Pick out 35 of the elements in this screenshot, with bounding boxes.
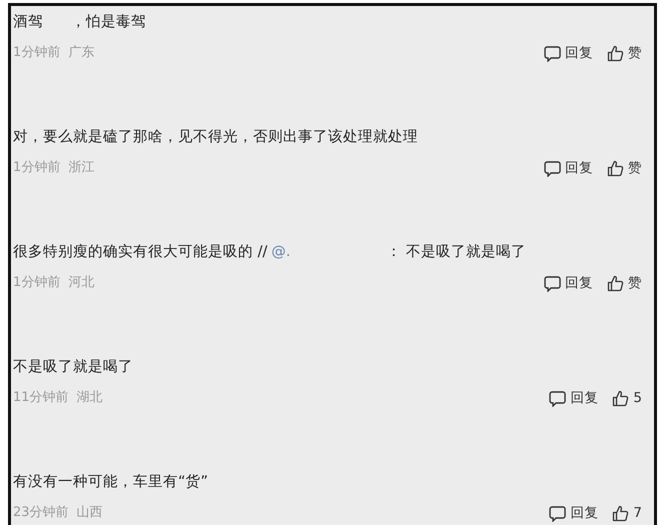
- like-button[interactable]: 7: [612, 502, 642, 524]
- reply-button[interactable]: 回复: [544, 42, 593, 64]
- comment-text: 很多特别瘦的确实有很大可能是吸的 // @. ： 不是吸了就是喝了: [13, 242, 528, 262]
- comment-location: 浙江: [68, 159, 94, 178]
- comment-icon: [544, 160, 561, 176]
- like-button[interactable]: 5: [612, 388, 642, 408]
- reply-button[interactable]: 回复: [544, 272, 593, 294]
- comment-icon: [544, 274, 561, 292]
- thumbs-up-icon: [607, 160, 624, 176]
- thumbs-up-icon: [612, 390, 630, 406]
- comment-time: 11分钟前: [13, 389, 69, 408]
- comment-text: 不是吸了就是喝了: [13, 358, 134, 377]
- comment-icon: [549, 390, 566, 406]
- comment-time: 1分钟前: [13, 274, 60, 292]
- reply-button[interactable]: 回复: [549, 388, 598, 408]
- reply-button[interactable]: 回复: [544, 158, 593, 178]
- comment-icon: [544, 44, 561, 62]
- comment-location: 广东: [68, 44, 94, 62]
- comment-time: 1分钟前: [13, 159, 60, 178]
- comment-location: 山西: [76, 504, 103, 522]
- comment-text: 酒驾 ，怕是毒驾: [13, 13, 147, 32]
- like-button[interactable]: 赞: [607, 42, 642, 64]
- comment-text: 有没有一种可能，车里有“货”: [13, 473, 210, 492]
- comment-location: 河北: [68, 274, 94, 292]
- comment-icon: [549, 504, 566, 522]
- like-button[interactable]: 赞: [607, 158, 642, 178]
- comment-text: 对，要么就是磕了那啥，见不得光，否则出事了该处理就处理: [13, 128, 419, 147]
- like-button[interactable]: 赞: [607, 272, 642, 294]
- comment-time: 23分钟前: [13, 504, 69, 522]
- reply-button[interactable]: 回复: [549, 502, 598, 524]
- thumbs-up-icon: [612, 504, 630, 522]
- thumbs-up-icon: [607, 44, 624, 62]
- comment-location: 湖北: [76, 389, 103, 408]
- comment-time: 1分钟前: [13, 44, 60, 62]
- thumbs-up-icon: [607, 274, 624, 292]
